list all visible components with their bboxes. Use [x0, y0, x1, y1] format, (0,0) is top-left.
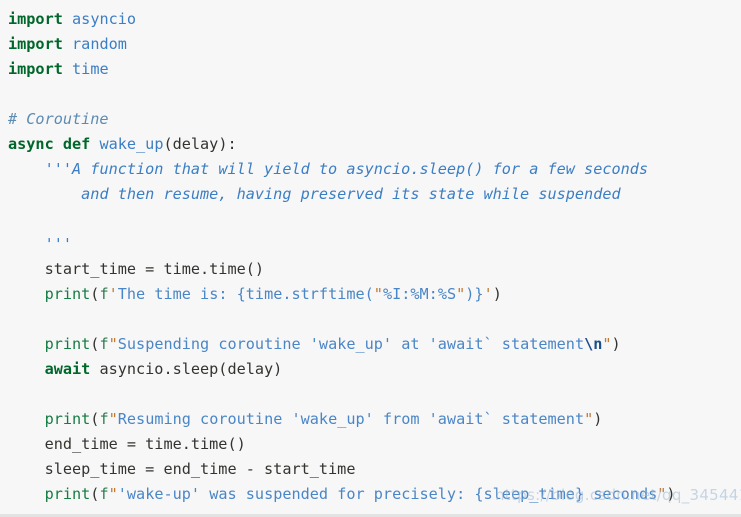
fstring-prefix: f	[99, 485, 109, 503]
code-line-4-blank	[8, 82, 741, 107]
keyword-import: import	[8, 60, 63, 78]
code-line-13-blank	[8, 307, 741, 332]
string-quote: "	[108, 410, 118, 428]
await-expression: asyncio.sleep(delay)	[90, 360, 283, 378]
code-line-1: import asyncio	[8, 7, 741, 32]
keyword-import: import	[8, 10, 63, 28]
statement-start-time: start_time = time.time()	[44, 260, 265, 278]
code-line-8: and then resume, having preserved its st…	[8, 182, 741, 207]
statement-sleep-time: sleep_time = end_time - start_time	[44, 460, 356, 478]
code-line-17: print(f"Resuming coroutine 'wake_up' fro…	[8, 407, 741, 432]
code-line-2: import random	[8, 32, 741, 57]
string-quote: "	[108, 485, 118, 503]
fstring-prefix: f	[99, 285, 109, 303]
paren-close: )	[666, 485, 676, 503]
comment-coroutine: # Coroutine	[8, 110, 109, 128]
code-line-16-blank	[8, 382, 741, 407]
code-line-15: await asyncio.sleep(delay)	[8, 357, 741, 382]
string-content: 'wake-up' was suspended for precisely: {…	[117, 485, 658, 503]
code-line-11: start_time = time.time()	[8, 257, 741, 282]
string-quote: "	[108, 335, 118, 353]
keyword-import: import	[8, 35, 63, 53]
builtin-print: print	[44, 410, 91, 428]
builtin-print: print	[44, 285, 91, 303]
docstring-text-line-1: A function that will yield to asyncio.sl…	[72, 160, 649, 178]
code-line-20: print(f"'wake-up' was suspended for prec…	[8, 482, 741, 507]
code-line-18: end_time = time.time()	[8, 432, 741, 457]
code-line-9-blank	[8, 207, 741, 232]
statement-end-time: end_time = time.time()	[44, 435, 246, 453]
string-quote: "	[584, 410, 594, 428]
function-name-wake-up: wake_up	[99, 135, 164, 153]
code-lines-container: import asyncio import random import time…	[0, 0, 741, 507]
string-content: Resuming coroutine 'wake_up' from 'await…	[117, 410, 585, 428]
code-line-19: sleep_time = end_time - start_time	[8, 457, 741, 482]
code-line-7: '''A function that will yield to asyncio…	[8, 157, 741, 182]
module-asyncio: asyncio	[72, 10, 137, 28]
string-content: Suspending coroutine 'wake_up' at 'await…	[117, 335, 585, 353]
python-code-block: import asyncio import random import time…	[0, 0, 741, 517]
string-content: )}	[465, 285, 484, 303]
builtin-print: print	[44, 335, 91, 353]
string-content: The time is: {time.strftime(	[117, 285, 374, 303]
code-line-5: # Coroutine	[8, 107, 741, 132]
function-params: (delay):	[163, 135, 237, 153]
string-quote: '	[108, 285, 118, 303]
docstring-open-quote: '''	[44, 160, 73, 178]
code-line-3: import time	[8, 57, 741, 82]
builtin-print: print	[44, 485, 91, 503]
docstring-text-line-2: and then resume, having preserved its st…	[81, 185, 621, 203]
keyword-await: await	[44, 360, 91, 378]
paren-close: )	[593, 410, 603, 428]
paren-close: )	[611, 335, 621, 353]
module-random: random	[72, 35, 127, 53]
string-quote: "	[456, 285, 466, 303]
code-line-12: print(f'The time is: {time.strftime("%I:…	[8, 282, 741, 307]
keyword-async-def: async def	[8, 135, 91, 153]
strftime-format: %I:%M:%S	[382, 285, 457, 303]
code-line-10: '''	[8, 232, 741, 257]
module-time: time	[72, 60, 109, 78]
code-line-6: async def wake_up(delay):	[8, 132, 741, 157]
string-quote: "	[602, 335, 612, 353]
string-quote: "	[373, 285, 383, 303]
paren-close: )	[492, 285, 502, 303]
string-quote: '	[483, 285, 493, 303]
escape-newline: \n	[584, 335, 603, 353]
docstring-close-quote: '''	[44, 235, 73, 253]
code-line-14: print(f"Suspending coroutine 'wake_up' a…	[8, 332, 741, 357]
fstring-prefix: f	[99, 335, 109, 353]
fstring-prefix: f	[99, 410, 109, 428]
